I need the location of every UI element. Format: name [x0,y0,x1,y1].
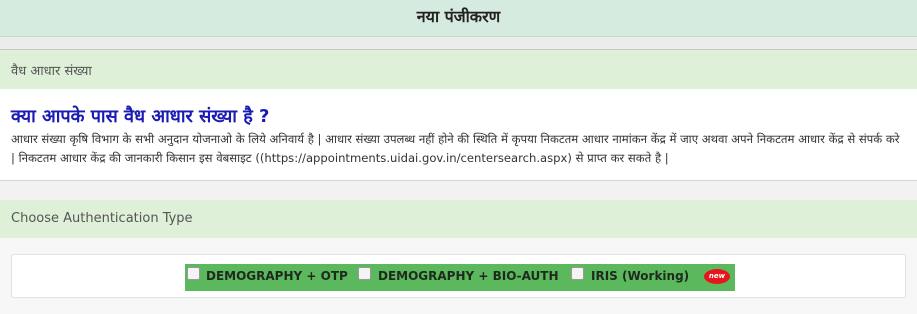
auth-option-iris-label: IRIS (Working) [591,269,690,283]
auth-type-radio-group: DEMOGRAPHY + OTP DEMOGRAPHY + BIO-AUTH I… [185,264,735,291]
auth-option-iris[interactable]: IRIS (Working) [569,264,703,291]
auth-section-heading-text: Choose Authentication Type [11,211,193,226]
auth-option-demography-bioauth-checkbox[interactable] [358,267,371,280]
page-title: नया पंजीकरण [416,7,501,26]
auth-option-demography-otp[interactable]: DEMOGRAPHY + OTP [185,264,355,291]
auth-option-demography-otp-checkbox[interactable] [187,267,200,280]
page-title-bar: नया पंजीकरण [0,0,917,37]
aadhaar-section-heading: वैध आधार संख्या [0,49,917,89]
aadhaar-question: क्या आपके पास वैध आधार संख्या है ? [11,106,270,127]
auth-section-heading: Choose Authentication Type [0,200,917,238]
auth-option-iris-checkbox[interactable] [571,267,584,280]
aadhaar-section-heading-text: वैध आधार संख्या [11,64,92,79]
section-spacer [0,37,917,49]
auth-option-demography-bioauth-label: DEMOGRAPHY + BIO-AUTH [378,269,559,283]
new-badge: new [704,269,730,284]
section-spacer [0,180,917,201]
auth-option-demography-otp-label: DEMOGRAPHY + OTP [206,269,348,283]
auth-option-demography-bioauth[interactable]: DEMOGRAPHY + BIO-AUTH [356,264,568,291]
aadhaar-description: आधार संख्या कृषि विभाग के सभी अनुदान योज… [11,132,900,165]
